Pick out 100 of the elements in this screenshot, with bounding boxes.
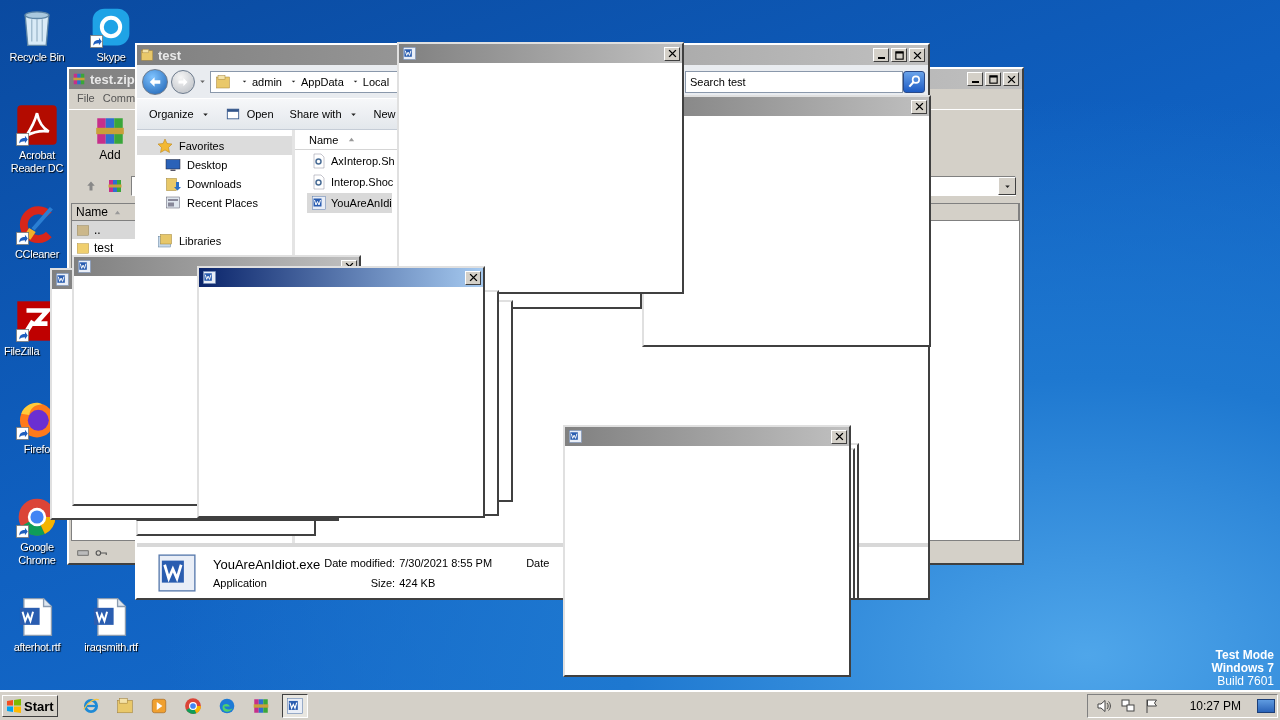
toolbar-button[interactable]: Organize	[145, 105, 214, 123]
toolbar-button[interactable]: Add	[89, 114, 131, 167]
archive-icon	[251, 697, 270, 715]
flag-icon[interactable]	[1143, 698, 1160, 714]
maximize-icon	[894, 50, 904, 60]
forward-button[interactable]	[171, 69, 195, 94]
icon-label[interactable]: Skype	[96, 51, 126, 64]
clock[interactable]: 10:27 PM	[1189, 699, 1241, 713]
minimize-icon	[971, 81, 979, 83]
close-icon	[468, 273, 478, 282]
browser-icon	[217, 697, 236, 715]
breadcrumb[interactable]: Local	[362, 75, 390, 88]
document-icon	[77, 259, 92, 274]
folder-icon	[215, 73, 231, 90]
folder-icon	[76, 223, 90, 237]
menu-item[interactable]: File	[77, 92, 95, 106]
search-field[interactable]: Search test	[685, 70, 903, 93]
back-button[interactable]	[142, 68, 168, 95]
close-button[interactable]	[664, 46, 680, 61]
close-icon	[914, 102, 924, 111]
forward-arrow-icon	[177, 75, 189, 88]
toolbar-button[interactable]: Share with	[285, 105, 362, 123]
search-button[interactable]	[903, 70, 925, 93]
network-icon[interactable]	[1119, 698, 1136, 714]
icon-label[interactable]: FileZilla	[4, 345, 40, 358]
nav-item[interactable]: Favorites	[137, 136, 292, 155]
sort-arrow-icon	[114, 208, 121, 216]
folder-icon	[76, 241, 90, 255]
breadcrumb[interactable]: AppData	[300, 75, 344, 88]
detail-value: 7/30/2021 8:55 PM	[399, 556, 493, 571]
file-row[interactable]: ..	[72, 221, 135, 239]
maximize-icon	[988, 74, 998, 84]
star-icon	[157, 137, 173, 154]
close-button[interactable]	[911, 99, 927, 114]
recent-places-icon	[165, 194, 181, 211]
reader-app-icon[interactable]	[16, 104, 58, 146]
icon-label[interactable]: Acrobat Reader DC	[7, 149, 67, 175]
window-title: test	[158, 47, 182, 63]
document-icon	[55, 272, 70, 287]
list-entry[interactable]: AxInterop.Sh	[307, 151, 395, 171]
drive-icon	[75, 547, 91, 559]
detail-value: 424 KB	[399, 576, 437, 589]
detail-label: Date modified:	[324, 556, 396, 571]
close-icon	[912, 50, 922, 60]
chat-app-icon[interactable]	[90, 6, 132, 48]
header-label: Name	[76, 205, 108, 219]
toolbar-button[interactable]: Open	[221, 104, 278, 124]
key-icon	[93, 547, 109, 559]
document-icon	[402, 46, 417, 61]
icon-label[interactable]: CCleaner	[14, 248, 60, 261]
caret-icon[interactable]	[241, 78, 248, 85]
document-icon	[568, 429, 583, 444]
dropdown-button[interactable]	[998, 177, 1016, 195]
monitor-icon	[165, 156, 181, 173]
search-icon	[906, 74, 922, 89]
nav-item[interactable]: Recent Places	[137, 193, 292, 212]
menu-item[interactable]: Comm	[102, 92, 136, 106]
archive-icon	[72, 72, 86, 86]
back-arrow-icon	[148, 74, 162, 89]
toolbar-button[interactable]: New	[369, 105, 400, 123]
start-button[interactable]: Start	[2, 695, 58, 717]
file-name: YouAreAnIdiot.exe	[213, 556, 321, 572]
icon-label[interactable]: iraqsmith.rtf	[84, 641, 138, 654]
notice-text: Windows 7	[1211, 662, 1274, 675]
document-icon	[202, 270, 217, 285]
show-desktop-button[interactable]	[1257, 699, 1275, 713]
breadcrumb[interactable]: admin	[252, 75, 282, 88]
up-arrow-icon	[85, 180, 97, 192]
window-icon	[225, 107, 240, 121]
notice-text: Test Mode	[1214, 649, 1274, 662]
browser-icon	[81, 697, 100, 715]
close-icon	[834, 432, 844, 441]
folder-icon	[115, 697, 134, 715]
taskbar-button[interactable]	[281, 694, 308, 718]
icon-label[interactable]: afterhot.rtf	[13, 641, 61, 654]
sort-arrow-icon	[348, 136, 356, 143]
window-title: test.zip	[90, 71, 135, 87]
icon-label[interactable]: Recycle Bin	[9, 51, 65, 64]
nav-item[interactable]: Libraries	[137, 231, 292, 250]
list-entry[interactable]: YouAreAnIdi	[307, 193, 392, 213]
close-button[interactable]	[465, 270, 481, 285]
list-entry[interactable]: Interop.Shoc	[307, 172, 394, 192]
document-icon	[311, 195, 327, 211]
media-player-icon	[149, 697, 168, 715]
document-icon	[285, 697, 304, 715]
browser-icon	[183, 697, 202, 715]
header-label: Name	[309, 133, 339, 146]
nav-item[interactable]: Desktop	[137, 155, 292, 174]
folder-icon	[165, 175, 181, 192]
file-type: Application	[213, 576, 268, 589]
archive-icon	[107, 178, 123, 194]
speaker-icon[interactable]	[1095, 698, 1112, 714]
close-button[interactable]	[831, 429, 847, 444]
nav-item[interactable]: Downloads	[137, 174, 292, 193]
icon-label[interactable]: Google Chrome	[7, 541, 67, 567]
file-row[interactable]: test	[72, 239, 135, 257]
icon-label[interactable]: Firefo	[23, 443, 51, 456]
caret-icon[interactable]	[198, 77, 207, 86]
notice-text: Build 7601	[1216, 675, 1274, 688]
close-icon	[667, 49, 677, 58]
